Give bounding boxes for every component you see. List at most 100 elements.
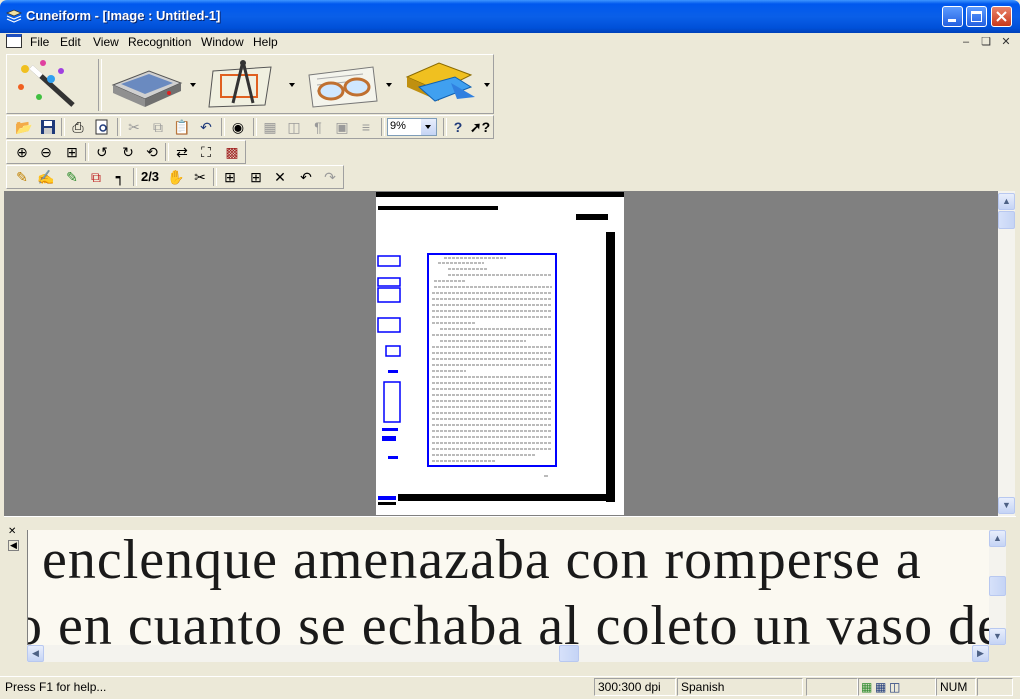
hand-pan-icon[interactable]: ✋ [167,168,185,186]
insert-row-icon[interactable]: ⊞ [221,168,239,186]
help-icon[interactable]: ? [449,118,467,136]
menu-recognition[interactable]: Recognition [128,35,191,49]
mode-text-icon: ▦ [861,680,873,694]
paragraph-icon[interactable]: ¶ [309,118,327,136]
menu-edit[interactable]: Edit [60,35,81,49]
delete-icon[interactable]: ✕ [271,168,289,186]
context-help-icon[interactable]: ➚? [470,118,490,136]
status-help-text: Press F1 for help... [5,680,107,694]
main-toolbar [6,54,494,114]
pane-close-icon[interactable]: ✕ [8,526,16,537]
layout-dropdown-icon[interactable] [289,83,295,87]
layout-compass-icon[interactable] [207,57,283,113]
recognize-glasses-icon[interactable] [303,57,383,113]
magic-wand-icon[interactable] [11,57,93,113]
paste-icon[interactable]: 📋 [173,118,191,136]
save-dropdown-icon[interactable] [484,83,490,87]
status-mode-pane: ▦ ▦ ◫ [858,678,936,696]
zoom-select[interactable]: 9% [387,118,437,136]
mdi-restore-icon[interactable]: ❏ [980,36,992,48]
status-empty-pane [806,678,858,696]
rotate-left-icon[interactable]: ↺ [93,143,111,161]
table-block-icon[interactable]: ✍ [37,168,55,186]
zoom-dropdown-icon[interactable] [421,119,436,135]
document-icon[interactable] [6,34,22,48]
mode-table-icon: ▦ [875,680,887,694]
text-block-icon[interactable]: ✎ [13,168,31,186]
save-icon[interactable] [39,118,57,136]
menu-view[interactable]: View [93,35,119,49]
fit-page-icon[interactable]: ⊞ [63,143,81,161]
text-vertical-scrollbar[interactable]: ▲ ▼ [989,530,1006,645]
save-export-icon[interactable] [399,57,479,113]
scroll-thumb[interactable] [998,211,1015,229]
table-icon[interactable]: ▦ [261,118,279,136]
status-num: NUM [936,678,976,696]
mdi-close-icon[interactable]: ✕ [1000,36,1012,48]
mdi-minimize-icon[interactable]: – [960,36,972,48]
text-scroll-right-icon[interactable]: ▶ [972,645,989,662]
refresh-icon[interactable]: ⇄ [173,143,191,161]
text-hscroll-thumb[interactable] [559,645,579,662]
minimize-icon [948,19,956,22]
fullscreen-icon[interactable]: ⛶ [197,143,215,161]
status-dpi: 300:300 dpi [594,678,676,696]
find-binoculars-icon[interactable]: ◉ [229,118,247,136]
redo-layout-icon[interactable]: ↷ [321,168,339,186]
picture-block-icon[interactable]: ✎ [63,168,81,186]
order-blocks-icon[interactable]: 2/3 [141,168,159,186]
image-window-icon[interactable]: ▩ [223,143,241,161]
rotate-right-icon[interactable]: ↻ [119,143,137,161]
open-icon[interactable]: 📂 [15,118,33,136]
split-block-icon[interactable]: ┑ [111,168,129,186]
lines-icon[interactable]: ≡ [357,118,375,136]
zoom-value: 9% [390,120,406,132]
close-icon [996,11,1007,22]
cuneiform-app-icon[interactable] [6,9,22,23]
maximize-icon [971,11,982,22]
page-thumbnail [376,192,624,505]
print-icon[interactable]: ⎙ [69,118,87,136]
text-scroll-left-icon[interactable]: ◀ [27,645,44,662]
zoom-out-icon[interactable]: ⊖ [37,143,55,161]
pane-collapse-icon[interactable]: ◀ [8,540,19,551]
title-bar[interactable]: Cuneiform - [Image : Untitled-1] [0,0,1020,33]
add-block-icon[interactable]: ⧉ [87,168,105,186]
text-horizontal-scrollbar[interactable]: ◀ ▶ [27,645,989,662]
zoom-in-icon[interactable]: ⊕ [13,143,31,161]
menu-bar: File Edit View Recognition Window Help –… [4,33,1016,52]
scanned-page-image[interactable] [376,192,624,515]
view-toolbar: ⊕ ⊖ ⊞ ↺ ↻ ⟲ ⇄ ⛶ ▩ [6,140,246,164]
workspace-vertical-scrollbar[interactable]: ▲ ▼ [998,191,1015,516]
undo-layout-icon[interactable]: ↶ [297,168,315,186]
scroll-down-icon[interactable]: ▼ [998,497,1015,514]
text-vscroll-thumb[interactable] [989,576,1006,596]
copy-icon[interactable]: ⧉ [149,118,167,136]
minimize-button[interactable] [942,6,963,27]
print-preview-icon[interactable] [93,118,111,136]
status-language: Spanish [677,678,803,696]
columns-icon[interactable]: ◫ [285,118,303,136]
maximize-button[interactable] [966,6,987,27]
status-bar: Press F1 for help... 300:300 dpi Spanish… [0,676,1020,699]
status-extra-pane [977,678,1013,696]
insert-column-icon[interactable]: ⊞ [247,168,265,186]
cut-block-icon[interactable]: ✂ [191,168,209,186]
standard-toolbar: 📂 ⎙ ✂ ⧉ 📋 ↶ ◉ ▦ ◫ ¶ ▣ ≡ 9% ? ➚? [6,115,494,139]
scan-dropdown-icon[interactable] [190,83,196,87]
text-scroll-down-icon[interactable]: ▼ [989,628,1006,645]
scanner-icon[interactable] [109,57,185,113]
text-scroll-up-icon[interactable]: ▲ [989,530,1006,547]
recognize-dropdown-icon[interactable] [386,83,392,87]
menu-help[interactable]: Help [253,35,278,49]
menu-window[interactable]: Window [201,35,244,49]
window-title: Cuneiform - [Image : Untitled-1] [26,8,221,23]
undo-icon[interactable]: ↶ [197,118,215,136]
scroll-up-icon[interactable]: ▲ [998,193,1015,210]
rotate-180-icon[interactable]: ⟲ [143,143,161,161]
menu-file[interactable]: File [30,35,49,49]
close-button[interactable] [991,6,1012,27]
cut-icon[interactable]: ✂ [125,118,143,136]
text-line-image[interactable]: enclenque amenazaba con romperse a o en … [27,530,990,645]
frame-icon[interactable]: ▣ [333,118,351,136]
